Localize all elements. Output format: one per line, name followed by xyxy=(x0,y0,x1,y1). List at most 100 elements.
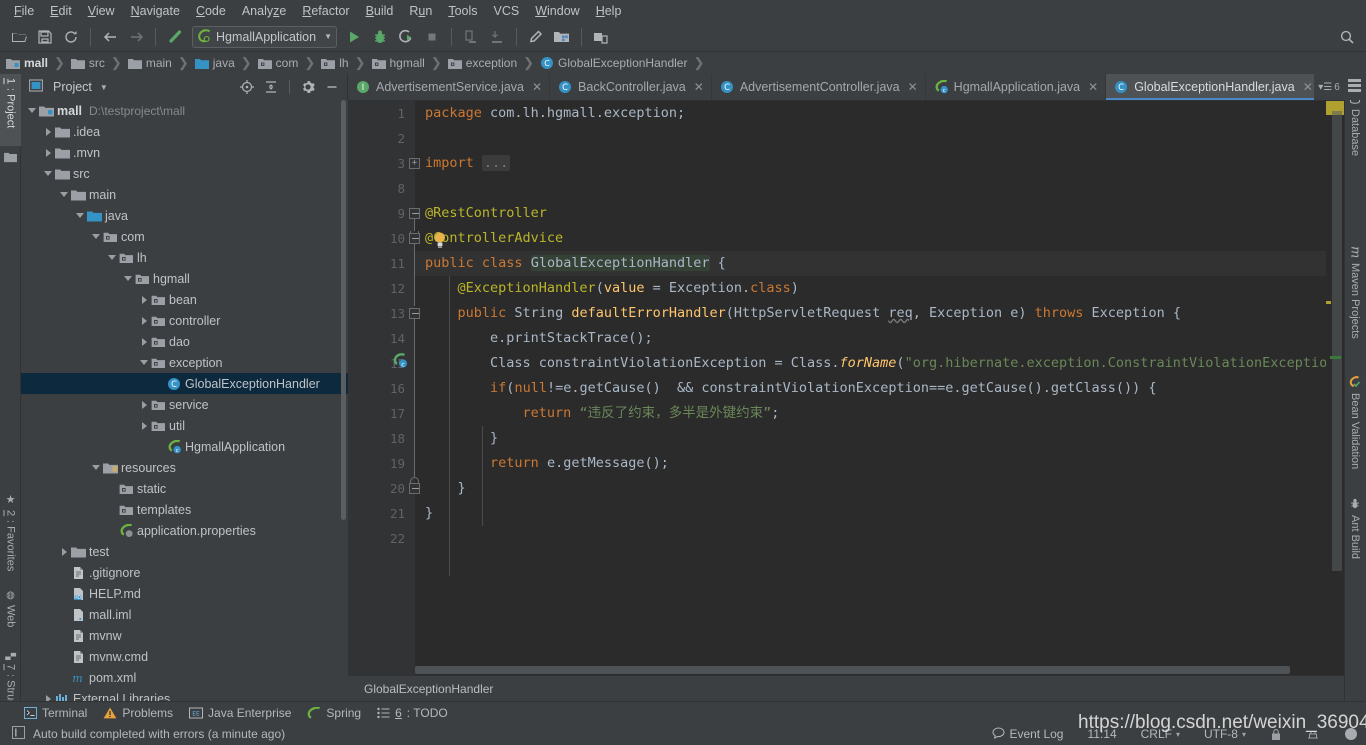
breadcrumb-item-src[interactable]: src ❯ xyxy=(70,55,128,71)
tree-toggle-down-icon[interactable] xyxy=(123,273,134,284)
tree-toggle-right-icon[interactable] xyxy=(139,420,150,431)
editor-tab-hgmallapplication[interactable]: c HgmallApplication.java ✕ xyxy=(925,74,1107,100)
caret-position[interactable]: 11:14 xyxy=(1079,727,1124,741)
run-with-coverage-icon[interactable] xyxy=(394,25,418,49)
tree-toggle-right-icon[interactable] xyxy=(43,147,54,158)
tree-node-controller[interactable]: controller xyxy=(21,310,348,331)
breadcrumb-item-main[interactable]: main ❯ xyxy=(127,55,195,71)
code-line[interactable]: Class constraintViolationException = Cla… xyxy=(425,351,1326,376)
tree-toggle-right-icon[interactable] xyxy=(59,546,70,557)
menu-navigate[interactable]: Navigate xyxy=(123,2,188,20)
tree-toggle-down-icon[interactable] xyxy=(91,462,102,473)
tree-node-globalexceptionhandler[interactable]: C GlobalExceptionHandler xyxy=(21,373,348,394)
close-icon[interactable]: ✕ xyxy=(694,80,704,94)
tree-node-mall-iml[interactable]: mall.iml xyxy=(21,604,348,625)
menu-view[interactable]: View xyxy=(80,2,123,20)
fold-collapse-method[interactable] xyxy=(409,308,420,319)
back-icon[interactable] xyxy=(98,25,122,49)
close-icon[interactable]: ✕ xyxy=(908,80,918,94)
editor-tab-backcontroller[interactable]: C BackController.java ✕ xyxy=(550,74,712,100)
code-line[interactable]: return e.getMessage(); xyxy=(425,451,669,476)
code-line[interactable]: e.printStackTrace(); xyxy=(425,326,653,351)
sidebar-tab-web[interactable]: ◍ Web xyxy=(0,586,21,644)
hide-panel-icon[interactable] xyxy=(323,78,341,96)
tree-node-external-libraries[interactable]: External Libraries xyxy=(21,688,348,701)
editor-marker-bar[interactable] xyxy=(1326,101,1344,676)
intention-bulb-icon[interactable] xyxy=(433,231,447,254)
breadcrumb-item-com[interactable]: com ❯ xyxy=(257,55,322,71)
code-line[interactable]: import ... xyxy=(425,151,511,176)
code-line[interactable]: @ExceptionHandler(value = Exception.clas… xyxy=(425,276,799,301)
tree-node-mvnw[interactable]: mvnw xyxy=(21,625,348,646)
tree-node-dao[interactable]: dao xyxy=(21,331,348,352)
chevron-down-icon[interactable]: ▼ xyxy=(324,32,332,41)
breadcrumb-item-class[interactable]: C GlobalExceptionHandler ❯ xyxy=(540,55,710,71)
forward-icon[interactable] xyxy=(124,25,148,49)
marker-bookmark[interactable] xyxy=(1330,356,1341,359)
stacked-tabs-icon[interactable] xyxy=(1348,79,1361,99)
tree-node-mvnw-cmd[interactable]: mvnw.cmd xyxy=(21,646,348,667)
tree-toggle-right-icon[interactable] xyxy=(139,336,150,347)
tree-toggle-down-icon[interactable] xyxy=(59,189,70,200)
code-line[interactable]: } xyxy=(425,501,433,526)
editor-tab-globalexceptionhandler[interactable]: C GlobalExceptionHandler.java ✕ xyxy=(1106,74,1321,100)
tree-toggle-right-icon[interactable] xyxy=(139,294,150,305)
code-line[interactable]: package com.lh.hgmall.exception; xyxy=(425,101,685,126)
run-icon[interactable] xyxy=(342,25,366,49)
editor-scrollbar-thumb[interactable] xyxy=(1332,111,1342,571)
read-only-toggle[interactable] xyxy=(1262,728,1290,741)
tree-node-com[interactable]: com xyxy=(21,226,348,247)
update-application-icon[interactable] xyxy=(459,25,483,49)
tree-toggle-down-icon[interactable] xyxy=(75,210,86,221)
editor-horizontal-scrollbar[interactable] xyxy=(415,664,1326,675)
tree-node-exception[interactable]: exception xyxy=(21,352,348,373)
tree-node-lh[interactable]: lh xyxy=(21,247,348,268)
chevron-down-icon[interactable]: ▼ xyxy=(100,83,108,92)
code-line[interactable]: public String defaultErrorHandler(HttpSe… xyxy=(425,301,1181,326)
menu-refactor[interactable]: Refactor xyxy=(294,2,357,20)
fold-gutter[interactable]: + xyxy=(409,101,423,676)
settings-gear-icon[interactable] xyxy=(524,25,548,49)
encoding-selector[interactable]: UTF-8 ▾ xyxy=(1196,727,1254,741)
run-configuration-selector[interactable]: HgmallApplication ▼ xyxy=(192,25,337,48)
project-tree[interactable]: mall D:\testproject\mall .idea .mvn src main j… xyxy=(21,100,348,701)
code-line[interactable]: return “违反了约束，多半是外键约束”; xyxy=(425,401,780,426)
breadcrumb-item-exception[interactable]: exception ❯ xyxy=(447,55,540,71)
chevron-down-icon[interactable]: ▾ xyxy=(1176,730,1180,739)
tree-node-bean[interactable]: bean xyxy=(21,289,348,310)
tree-toggle-right-icon[interactable] xyxy=(139,399,150,410)
tree-node-templates[interactable]: templates xyxy=(21,499,348,520)
tree-node-resources[interactable]: resources xyxy=(21,457,348,478)
close-icon[interactable]: ✕ xyxy=(532,80,542,94)
code-line[interactable]: if(null!=e.getCause() && constraintViola… xyxy=(425,376,1157,401)
code-line[interactable]: } xyxy=(425,426,498,451)
bottom-tab-terminal[interactable]: Terminal xyxy=(24,706,87,720)
menu-help[interactable]: Help xyxy=(588,2,630,20)
fold-collapse-annotation[interactable] xyxy=(409,233,420,244)
sidebar-tab-project[interactable]: 1: Project xyxy=(0,74,21,146)
code-line[interactable]: } xyxy=(425,476,466,501)
menu-vcs[interactable]: VCS xyxy=(486,2,528,20)
editor-tab-advertisementcontroller[interactable]: C AdvertisementController.java ✕ xyxy=(711,74,926,100)
tree-toggle-right-icon[interactable] xyxy=(43,693,54,701)
tree-node-java[interactable]: java xyxy=(21,205,348,226)
project-structure-icon[interactable] xyxy=(550,25,574,49)
menu-window[interactable]: Window xyxy=(527,2,587,20)
tree-node--mvn[interactable]: .mvn xyxy=(21,142,348,163)
event-log-button[interactable]: Event Log xyxy=(984,726,1071,742)
tree-node-src[interactable]: src xyxy=(21,163,348,184)
tab-list-icon[interactable]: ▾☰ xyxy=(1318,82,1332,93)
menu-edit[interactable]: Edit xyxy=(42,2,80,20)
search-icon[interactable] xyxy=(1334,25,1360,49)
memory-indicator[interactable] xyxy=(1336,727,1366,741)
tree-node--idea[interactable]: .idea xyxy=(21,121,348,142)
tree-node-help-md[interactable]: MD HELP.md xyxy=(21,583,348,604)
bottom-tab-problems[interactable]: Problems xyxy=(103,706,173,720)
sidebar-tab-ant-build[interactable]: Ant Build xyxy=(1344,494,1366,578)
collapse-all-icon[interactable] xyxy=(262,78,280,96)
scrollbar-thumb[interactable] xyxy=(415,666,1290,674)
project-tree-scrollbar[interactable] xyxy=(340,100,347,701)
close-icon[interactable]: ✕ xyxy=(1303,80,1313,94)
fold-collapse-method-end[interactable] xyxy=(409,483,420,494)
tree-toggle-down-icon[interactable] xyxy=(27,105,38,116)
